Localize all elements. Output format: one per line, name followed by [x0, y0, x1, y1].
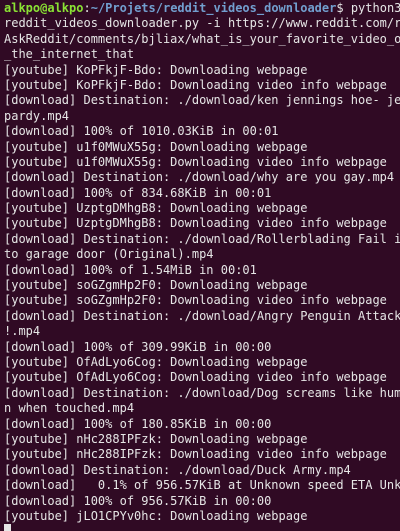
output-line: [youtube] nHc288IPFzk: Downloading webpa… [4, 431, 308, 446]
terminal-output: reddit_videos_downloader.py -i https://w… [4, 16, 400, 524]
output-line: [download] 100% of 1.54MiB in 00:01 [4, 262, 257, 277]
output-line: [youtube] nHc288IPFzk: Downloading video… [4, 447, 387, 462]
output-line: [download] Destination: ./download/why a… [4, 170, 395, 185]
output-line: [download] 100% of 1010.03KiB in 00:01 [4, 124, 279, 139]
output-line: [youtube] OfAdLyo6Cog: Downloading webpa… [4, 354, 308, 369]
prompt-line: alkpo@alkpo:~/Projets/reddit_videos_down… [4, 1, 400, 16]
output-line: [youtube] KoPFkjF-Bdo: Downloading webpa… [4, 62, 308, 77]
output-line: reddit_videos_downloader.py -i https://w… [4, 16, 400, 31]
output-line: n when touched.mp4 [4, 401, 135, 416]
output-line: [download] 100% of 956.57KiB in 00:00 [4, 493, 272, 508]
output-line: [youtube] soGZgmHp2F0: Downloading webpa… [4, 278, 308, 293]
output-line: [youtube] UzptgDMhgB8: Downloading webpa… [4, 201, 308, 216]
prompt-separator: : [83, 1, 91, 15]
prompt-cwd: ~/Projets/reddit_videos_downloader [90, 1, 337, 15]
output-line: [download] 100% of 309.99KiB in 00:00 [4, 339, 272, 354]
command-text: python3 [343, 1, 400, 15]
output-line: [youtube] u1f0MWuX55g: Downloading webpa… [4, 139, 308, 154]
prompt-user-host: alkpo@alkpo [4, 1, 84, 15]
output-line: [youtube] OfAdLyo6Cog: Downloading video… [4, 370, 387, 385]
output-line: [download] Destination: ./download/ken j… [4, 93, 400, 108]
output-line: [download] 0.1% of 956.57KiB at Unknown … [4, 478, 400, 493]
terminal-window[interactable]: alkpo@alkpo:~/Projets/reddit_videos_down… [0, 0, 400, 531]
output-line: [download] Destination: ./download/Duck … [4, 462, 351, 477]
output-line: [download] 100% of 180.85KiB in 00:00 [4, 416, 272, 431]
output-line: to garage door (Original).mp4 [4, 247, 214, 262]
output-line: [youtube] soGZgmHp2F0: Downloading video… [4, 293, 387, 308]
prompt-symbol: $ [336, 1, 344, 15]
output-line: [download] 100% of 834.68KiB in 00:01 [4, 185, 272, 200]
output-line: [download] Destination: ./download/Angry… [4, 308, 400, 323]
output-line: pardy.mp4 [4, 108, 70, 123]
output-line: [youtube] KoPFkjF-Bdo: Downloading video… [4, 77, 387, 92]
output-line: [download] Destination: ./download/Dog s… [4, 385, 400, 400]
output-line: [youtube] u1f0MWuX55g: Downloading video… [4, 154, 387, 169]
cursor-line [4, 524, 400, 531]
output-line: _the_internet_that [4, 47, 135, 62]
output-line: [youtube] jLO1CPYv0hc: Downloading webpa… [4, 508, 308, 523]
output-line: AskReddit/comments/bjliax/what_is_your_f… [4, 31, 400, 46]
text-cursor [4, 524, 11, 531]
output-line: [download] Destination: ./download/Rolle… [4, 231, 400, 246]
output-line: !.mp4 [4, 324, 41, 339]
output-line: [youtube] UzptgDMhgB8: Downloading video… [4, 216, 387, 231]
